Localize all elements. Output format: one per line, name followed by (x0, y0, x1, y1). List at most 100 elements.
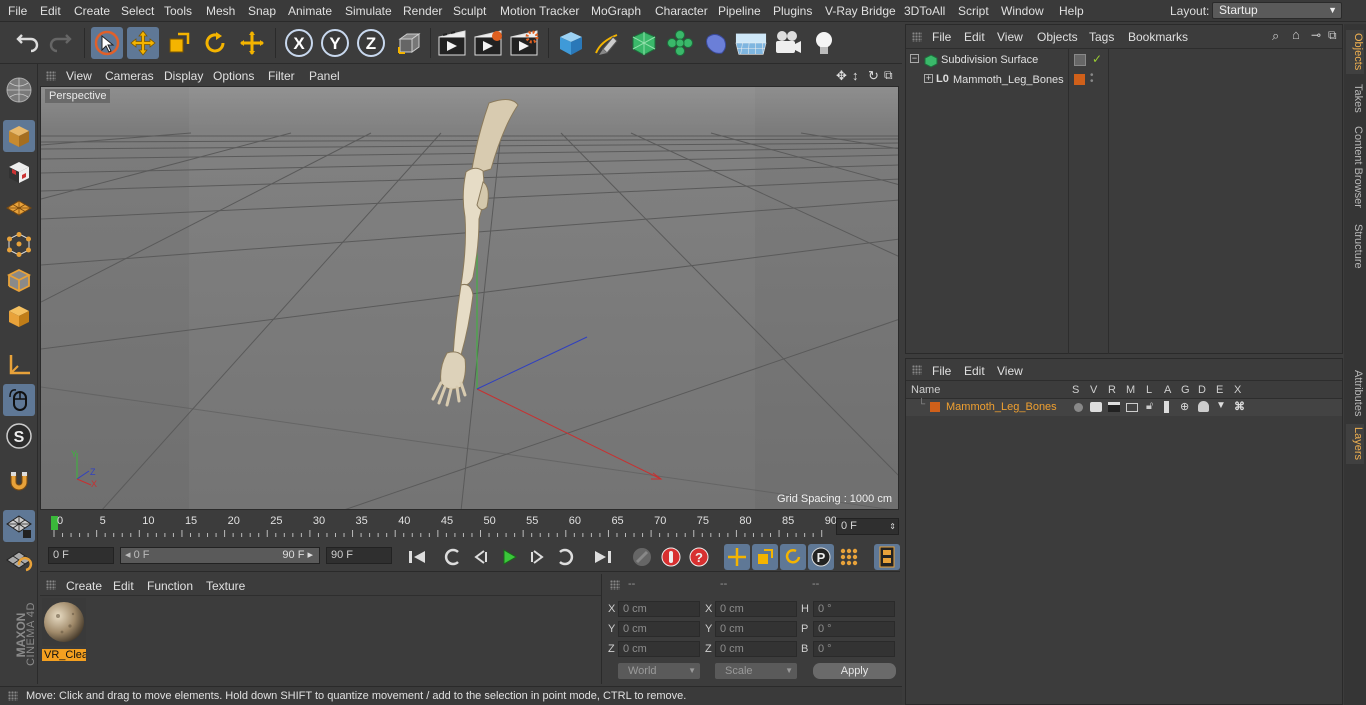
move-icon[interactable] (127, 27, 159, 59)
column-deformers[interactable]: D (1198, 384, 1206, 396)
rotate-view-icon[interactable]: ↻ (868, 68, 879, 84)
position-y-field[interactable]: 0 cm (618, 621, 700, 637)
live-selection-icon[interactable] (91, 27, 123, 59)
z-axis-icon[interactable]: Z (355, 27, 387, 59)
tab-attributes[interactable]: Attributes (1346, 364, 1364, 422)
menu-snap[interactable]: Snap (248, 4, 276, 18)
scale-icon[interactable] (163, 27, 195, 59)
size-y-field[interactable]: 0 cm (715, 621, 797, 637)
animation-icon[interactable] (1164, 401, 1169, 413)
material-menu-create[interactable]: Create (66, 579, 102, 593)
layout-select[interactable]: Startup ▼ (1212, 2, 1342, 19)
menu-animate[interactable]: Animate (288, 4, 332, 18)
record-active-objects-icon[interactable] (658, 544, 684, 570)
collapse-icon[interactable]: − (910, 54, 919, 63)
cube-icon[interactable] (555, 27, 587, 59)
render-clapper-icon[interactable] (1108, 402, 1120, 412)
column-locked[interactable]: L (1146, 384, 1152, 396)
column-manager[interactable]: M (1126, 384, 1135, 396)
menu-create[interactable]: Create (74, 4, 110, 18)
material-menu-edit[interactable]: Edit (113, 579, 134, 593)
min-time-field[interactable]: 0 F (48, 547, 114, 564)
camera-icon[interactable] (772, 27, 804, 59)
objects-menu-file[interactable]: File (932, 30, 951, 44)
coordinate-mode-select[interactable]: World ▼ (618, 663, 700, 679)
size-x-field[interactable]: 0 cm (715, 601, 797, 617)
timeline-ruler[interactable]: 0 5 10 15 20 25 30 35 40 45 50 55 60 65 70 75 80 85 90 (40, 512, 900, 538)
tree-row[interactable]: − Subdivision Surface ✓ (906, 51, 1342, 71)
rotation-p-field[interactable]: 0 ° (813, 621, 895, 637)
record-disabled-icon[interactable] (629, 544, 655, 570)
position-x-field[interactable]: 0 cm (618, 601, 700, 617)
magnet-icon[interactable] (3, 466, 35, 498)
cloner-icon[interactable] (664, 27, 696, 59)
workplane-icon[interactable] (3, 192, 35, 224)
viewport-menu-panel[interactable]: Panel (309, 69, 340, 83)
preview-range-slider[interactable]: ◂ 0 F 90 F ▸ (120, 547, 320, 564)
snap-settings-icon[interactable] (3, 546, 35, 578)
object-name[interactable]: Subdivision Surface (941, 54, 1038, 66)
deformer-icon[interactable] (700, 27, 732, 59)
tab-objects[interactable]: Objects (1346, 30, 1364, 74)
next-keyframe-icon[interactable] (552, 544, 578, 570)
home-icon[interactable]: ⌂ (1292, 27, 1300, 42)
axis-mode-icon[interactable] (3, 349, 35, 381)
soft-selection-icon[interactable]: S (3, 420, 35, 452)
viewport-menu-options[interactable]: Options (213, 69, 254, 83)
layer-color-swatch[interactable] (930, 402, 940, 412)
subdivision-icon[interactable] (628, 27, 660, 59)
menu-tools[interactable]: Tools (164, 4, 192, 18)
menu-help[interactable]: Help (1059, 4, 1084, 18)
objects-menu-view[interactable]: View (997, 30, 1023, 44)
key-parameter-icon[interactable]: P (808, 544, 834, 570)
make-editable-icon[interactable] (3, 74, 35, 106)
layers-menu-edit[interactable]: Edit (964, 364, 985, 378)
layer-row[interactable]: └ Mammoth_Leg_Bones 🔓︎ ⊕ ▼ ⌘ (906, 399, 1342, 416)
go-to-start-icon[interactable] (404, 544, 430, 570)
x-axis-icon[interactable]: X (283, 27, 315, 59)
render-settings-icon[interactable] (508, 27, 540, 59)
max-time-field[interactable]: 90 F (326, 547, 392, 564)
key-point-level-icon[interactable] (836, 544, 862, 570)
menu-vray-bridge[interactable]: V-Ray Bridge (825, 4, 896, 18)
menu-select[interactable]: Select (121, 4, 154, 18)
menu-pipeline[interactable]: Pipeline (718, 4, 761, 18)
viewport-menu-view[interactable]: View (66, 69, 92, 83)
rotation-h-field[interactable]: 0 ° (813, 601, 895, 617)
size-z-field[interactable]: 0 cm (715, 641, 797, 657)
menu-motion-tracker[interactable]: Motion Tracker (500, 4, 579, 18)
pan-view-icon[interactable]: ✥ (836, 68, 847, 84)
menu-render[interactable]: Render (403, 4, 442, 18)
polygons-mode-icon[interactable] (3, 300, 35, 332)
objects-menu-bookmarks[interactable]: Bookmarks (1128, 30, 1188, 44)
menu-3dtoall[interactable]: 3DToAll (904, 4, 945, 18)
menu-simulate[interactable]: Simulate (345, 4, 392, 18)
column-render[interactable]: R (1108, 384, 1116, 396)
navigation-icon[interactable]: ⊸ (1311, 28, 1321, 42)
viewport-menu-cameras[interactable]: Cameras (105, 69, 154, 83)
stepper-icon[interactable]: ⇕ (889, 519, 896, 534)
menu-character[interactable]: Character (655, 4, 708, 18)
menu-edit[interactable]: Edit (40, 4, 61, 18)
column-view[interactable]: V (1090, 384, 1097, 396)
redo-icon[interactable] (46, 27, 78, 59)
rotate-icon[interactable] (199, 27, 231, 59)
layers-menu-view[interactable]: View (997, 364, 1023, 378)
size-mode-select[interactable]: Scale ▼ (715, 663, 797, 679)
solo-icon[interactable] (1074, 403, 1083, 412)
next-frame-icon[interactable] (524, 544, 550, 570)
play-forward-icon[interactable] (496, 544, 522, 570)
previous-frame-icon[interactable] (468, 544, 494, 570)
tab-structure[interactable]: Structure (1346, 220, 1364, 272)
edges-mode-icon[interactable] (3, 264, 35, 296)
current-frame-field[interactable]: 0 F ⇕ (836, 518, 899, 535)
material-menu-function[interactable]: Function (147, 579, 193, 593)
viewport-menu-display[interactable]: Display (164, 69, 203, 83)
key-scale-icon[interactable] (752, 544, 778, 570)
key-rotation-icon[interactable] (780, 544, 806, 570)
xref-icon[interactable]: ⌘ (1234, 400, 1245, 413)
column-generators[interactable]: G (1181, 384, 1190, 396)
manager-icon[interactable] (1126, 403, 1138, 412)
column-solo[interactable]: S (1072, 384, 1079, 396)
layer-name[interactable]: Mammoth_Leg_Bones (946, 401, 1057, 413)
